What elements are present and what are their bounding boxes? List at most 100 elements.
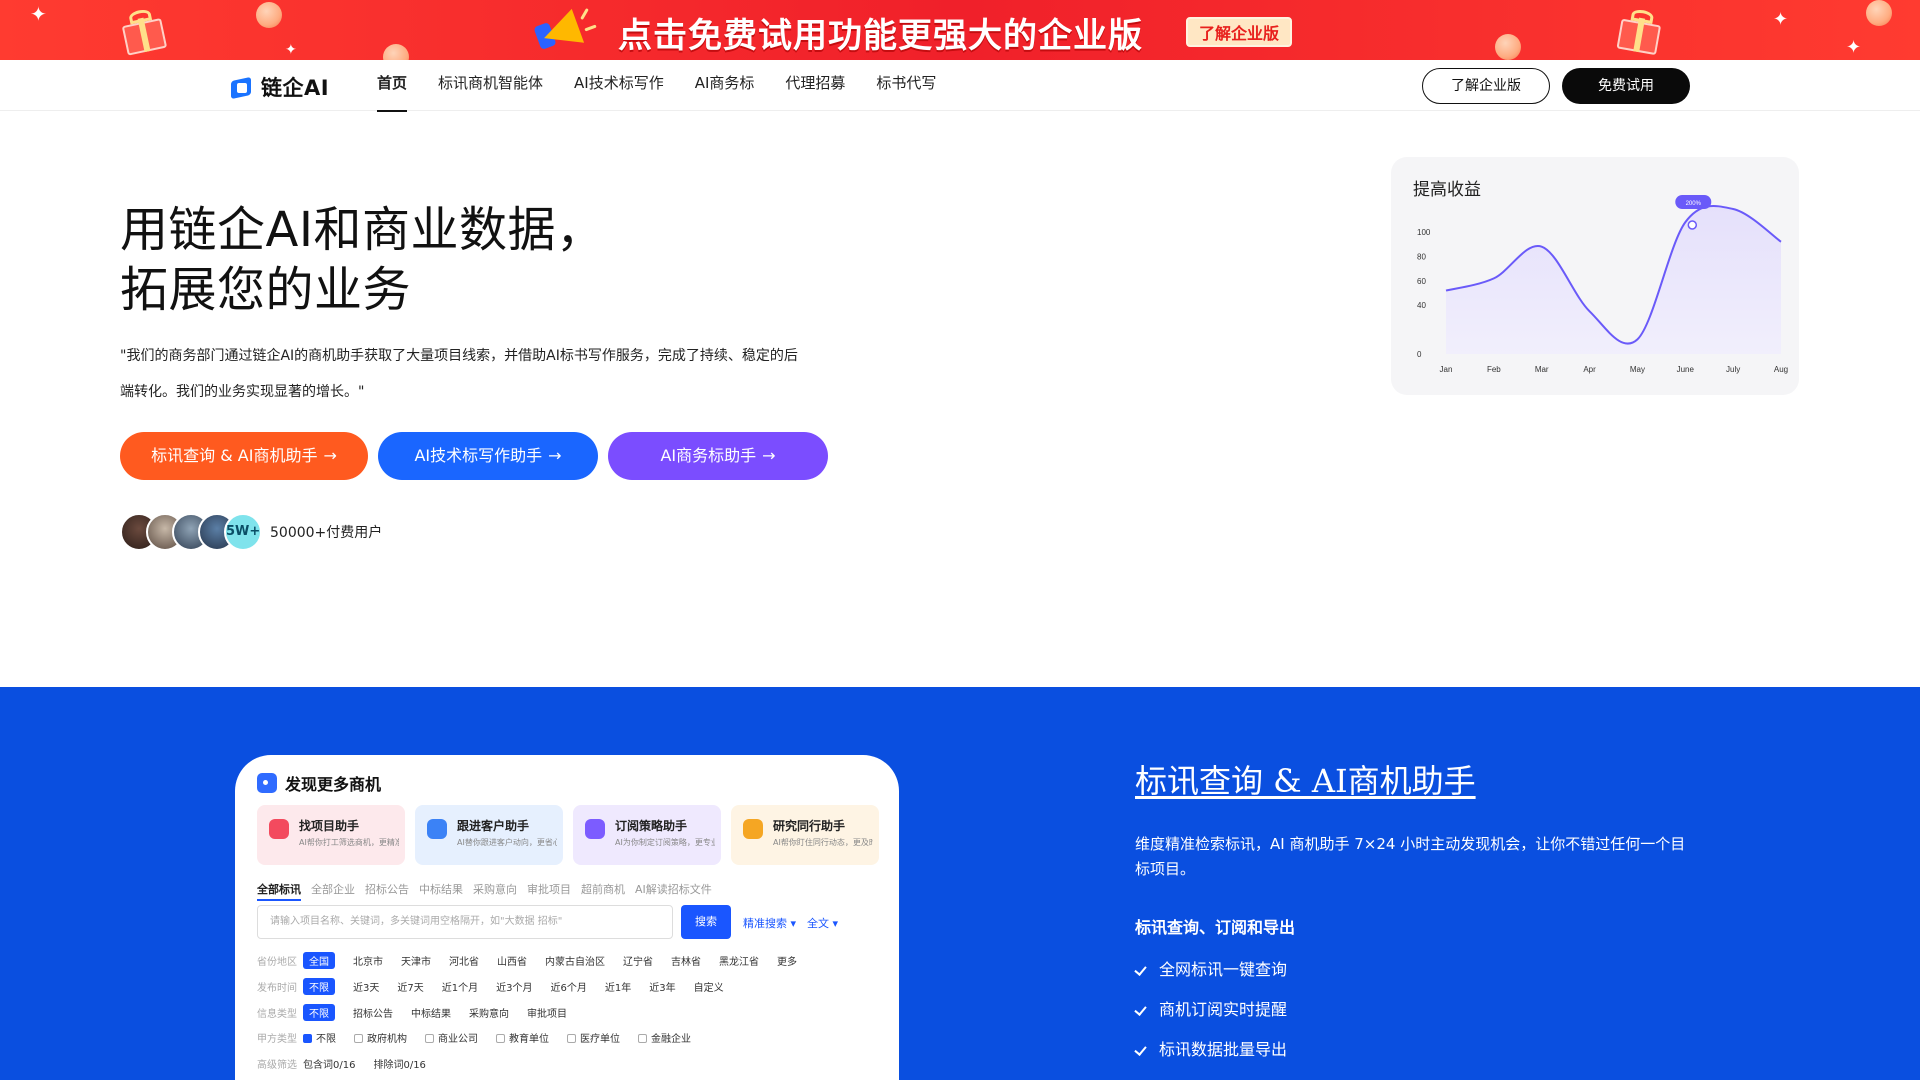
filter-option[interactable]: 近3年	[649, 979, 675, 994]
logo-text: 链企AI	[261, 76, 330, 100]
nav-link-bid-agent[interactable]: 标讯商机智能体	[438, 60, 543, 111]
feature-item-label: 标讯数据批量导出	[1159, 1040, 1288, 1059]
nav-link-bid-writing[interactable]: 标书代写	[876, 60, 936, 111]
filter-advanced: 高级筛选 包含词0/16 排除词0/16	[257, 1056, 444, 1071]
promo-banner[interactable]: ✦ ✦ ✦ ✦ 点击免费试用功能更强大的企业版 了解企业版	[0, 0, 1920, 60]
filter-option[interactable]: 审批项目	[527, 1005, 567, 1020]
tile-desc: AI替你跟进客户动向，更省心	[457, 838, 557, 847]
tab-all-bids[interactable]: 全部标讯	[257, 881, 301, 901]
tile-desc: AI为你制定订阅策略，更专业	[615, 838, 715, 847]
nav-link-business-bid[interactable]: AI商务标	[695, 60, 755, 111]
feature-list: 全网标讯一键查询 商机订阅实时提醒 标讯数据批量导出	[1135, 950, 1287, 1070]
filter-party: 甲方类型 不限 政府机构 商业公司 教育单位 医疗单位 金融企业	[257, 1030, 709, 1045]
nav-link-agent-recruit[interactable]: 代理招募	[785, 60, 845, 111]
feature-title[interactable]: 标讯查询 & AI商机助手	[1135, 756, 1476, 802]
y-tick-label: 80	[1417, 252, 1426, 261]
panel-header: 发现更多商机	[257, 771, 381, 795]
tab-approval[interactable]: 审批项目	[527, 881, 571, 901]
business-bid-cta-button[interactable]: AI商务标助手 →	[608, 432, 828, 480]
tab-early[interactable]: 超前商机	[581, 881, 625, 901]
cta-label: AI技术标写作助手	[414, 446, 543, 465]
filter-option[interactable]: 北京市	[353, 953, 383, 968]
learn-enterprise-button[interactable]: 了解企业版	[1422, 68, 1550, 104]
filter-option[interactable]: 近3个月	[496, 979, 532, 994]
tile-name: 跟进客户助手	[457, 819, 530, 833]
filter-label: 甲方类型	[257, 1034, 297, 1045]
filter-option[interactable]: 不限	[303, 1004, 335, 1021]
x-tick-label: Apr	[1583, 365, 1596, 374]
tile-follow-client[interactable]: 跟进客户助手 AI替你跟进客户动向，更省心	[415, 805, 563, 865]
checkbox-icon	[638, 1034, 647, 1043]
filter-more[interactable]: 更多	[777, 953, 797, 968]
filter-label: 高级筛选	[257, 1060, 297, 1071]
x-tick-label: Aug	[1774, 365, 1788, 374]
filter-option[interactable]: 近1年	[605, 979, 631, 994]
learn-enterprise-promo-button[interactable]: 了解企业版	[1186, 17, 1293, 47]
bid-search-cta-button[interactable]: 标讯查询 & AI商机助手 →	[120, 432, 368, 480]
subscribe-icon	[585, 819, 605, 839]
nav-link-tech-bid[interactable]: AI技术标写作	[574, 60, 664, 111]
nav-link-home[interactable]: 首页	[377, 60, 408, 112]
x-tick-label: May	[1630, 365, 1645, 374]
filter-option[interactable]: 山西省	[497, 953, 527, 968]
free-trial-button[interactable]: 免费试用	[1562, 68, 1690, 104]
party-checkbox[interactable]: 医疗单位	[567, 1030, 620, 1045]
exclude-words[interactable]: 排除词0/16	[373, 1056, 425, 1071]
filter-option[interactable]: 近3天	[353, 979, 379, 994]
arrow-right-icon: →	[762, 446, 776, 465]
filter-option[interactable]: 中标结果	[411, 1005, 451, 1020]
filter-type: 信息类型 不限 招标公告 中标结果 采购意向 审批项目	[257, 1004, 585, 1021]
filter-custom[interactable]: 自定义	[694, 979, 724, 994]
search-button[interactable]: 搜索	[681, 905, 731, 939]
user-count-text: 50000+付费用户	[270, 525, 383, 541]
full-text-label: 全文	[807, 917, 829, 930]
logo-icon	[229, 74, 255, 100]
tab-intent[interactable]: 采购意向	[473, 881, 517, 901]
party-option: 金融企业	[651, 1034, 691, 1045]
tile-subscription[interactable]: 订阅策略助手 AI为你制定订阅策略，更专业	[573, 805, 721, 865]
user-count-badge: 5W+	[224, 513, 262, 551]
tab-all-companies[interactable]: 全部企业	[311, 881, 355, 901]
filter-option[interactable]: 近1个月	[442, 979, 478, 994]
logo[interactable]: 链企AI	[229, 72, 329, 102]
y-tick-label: 0	[1417, 350, 1422, 359]
filter-option[interactable]: 内蒙古自治区	[545, 953, 605, 968]
bid-search-input[interactable]: 请输入项目名称、关键词，多关键词用空格隔开，如"大数据 招标"	[257, 905, 673, 939]
party-checkbox[interactable]: 政府机构	[354, 1030, 407, 1045]
arrow-right-icon: →	[548, 446, 562, 465]
precise-search-dropdown[interactable]: 精准搜索 ▾	[743, 915, 796, 931]
tile-research-peers[interactable]: 研究同行助手 AI帮你盯住同行动态，更及时	[731, 805, 879, 865]
party-checkbox[interactable]: 商业公司	[425, 1030, 478, 1045]
filter-option[interactable]: 黑龙江省	[719, 953, 759, 968]
filter-option[interactable]: 辽宁省	[623, 953, 653, 968]
highlight-label: 200%	[1686, 201, 1702, 207]
arrow-right-icon: →	[323, 446, 337, 465]
tile-desc: AI帮你打工筛选商机，更精准	[299, 838, 399, 847]
caret-down-icon: ▾	[790, 917, 797, 930]
cta-label: 标讯查询 & AI商机助手	[151, 446, 318, 465]
filter-option[interactable]: 全国	[303, 952, 335, 969]
tile-find-project[interactable]: 找项目助手 AI帮你打工筛选商机，更精准	[257, 805, 405, 865]
sparkle-icon: ✦	[285, 42, 297, 58]
tech-bid-cta-button[interactable]: AI技术标写作助手 →	[378, 432, 598, 480]
filter-option[interactable]: 招标公告	[353, 1005, 393, 1020]
panel-logo-icon	[257, 773, 277, 793]
party-checkbox[interactable]: 不限	[303, 1030, 336, 1045]
party-checkbox[interactable]: 教育单位	[496, 1030, 549, 1045]
check-icon	[1135, 963, 1149, 977]
tab-award[interactable]: 中标结果	[419, 881, 463, 901]
tab-ai-read[interactable]: AI解读招标文件	[635, 881, 712, 901]
tile-desc: AI帮你盯住同行动态，更及时	[773, 838, 873, 847]
party-checkbox[interactable]: 金融企业	[638, 1030, 691, 1045]
include-words[interactable]: 包含词0/16	[303, 1056, 355, 1071]
full-text-dropdown[interactable]: 全文 ▾	[807, 915, 838, 931]
filter-option[interactable]: 不限	[303, 978, 335, 995]
filter-option[interactable]: 天津市	[401, 953, 431, 968]
filter-option[interactable]: 采购意向	[469, 1005, 509, 1020]
filter-option[interactable]: 河北省	[449, 953, 479, 968]
tile-name: 研究同行助手	[773, 819, 846, 833]
tab-tender[interactable]: 招标公告	[365, 881, 409, 901]
filter-option[interactable]: 近6个月	[551, 979, 587, 994]
filter-option[interactable]: 近7天	[397, 979, 423, 994]
filter-option[interactable]: 吉林省	[671, 953, 701, 968]
